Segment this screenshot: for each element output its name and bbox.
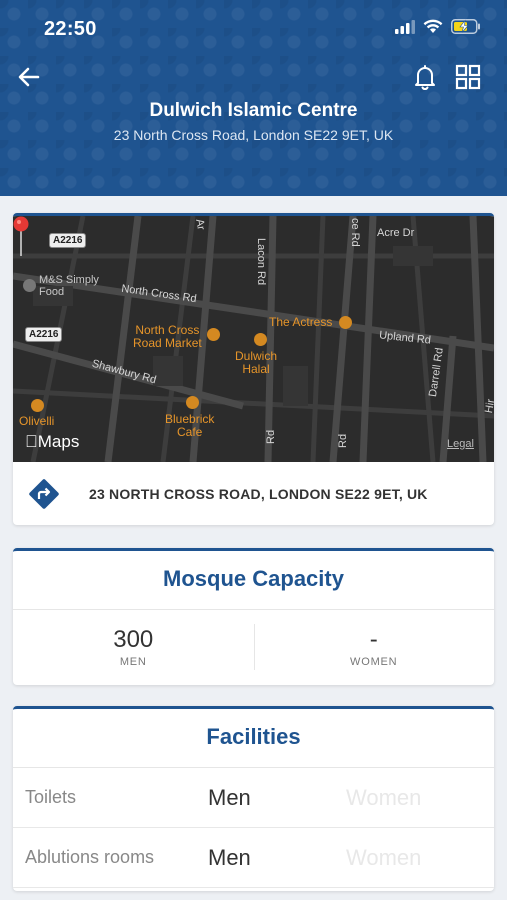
capacity-women-value: - — [369, 626, 378, 653]
poi-ms-simply-food: M&S Simply Food — [39, 274, 99, 298]
poi-north-cross-market: North Cross Road Market — [133, 323, 202, 350]
apple-logo-icon:  — [25, 432, 38, 451]
poi-bluebrick-cafe: Bluebrick Cafe — [165, 412, 215, 439]
map-view[interactable]: A2216 A2216 North Cross Rd Upland Rd Sha… — [13, 216, 494, 462]
map-legal-link[interactable]: Legal — [447, 438, 474, 450]
road-label-lacon: Lacon Rd — [255, 238, 267, 286]
apple-maps-logo: Maps — [25, 432, 79, 451]
road-label-ce-rd: ce Rd — [349, 218, 361, 247]
directions-row[interactable]: 23 NORTH CROSS ROAD, LONDON SE22 9ET, UK — [13, 462, 494, 525]
capacity-men-value: 300 — [113, 626, 154, 653]
status-icons — [395, 19, 481, 34]
mosque-header: 22:50 Dulwich Islamic Centre 23 North Cr… — [0, 0, 507, 202]
road-label-rd2: Rd — [337, 433, 349, 448]
capacity-title: Mosque Capacity — [13, 551, 494, 610]
back-arrow-icon[interactable] — [14, 62, 44, 92]
poi-dulwich-halal: Dulwich Halal — [235, 349, 278, 376]
header-scallop-edge — [0, 190, 507, 202]
road-label-acre: Acre Dr — [377, 227, 415, 239]
bar-marker-icon — [339, 316, 352, 329]
status-time: 22:50 — [44, 18, 97, 40]
poi-the-actress: The Actress — [269, 315, 333, 329]
location-pin-icon — [13, 216, 29, 256]
road-label-hir: Hir — [483, 398, 494, 415]
grid-menu-icon[interactable] — [454, 63, 482, 91]
facility-men: Men — [208, 844, 251, 870]
market-marker-icon — [207, 328, 220, 341]
facility-women: Women — [346, 844, 422, 870]
capacity-men-label: MEN — [119, 656, 147, 668]
road-label-rd1: Rd — [265, 429, 277, 444]
facility-row: Toilets Men Women — [13, 768, 494, 828]
notification-bell-icon[interactable] — [410, 62, 440, 92]
road-label-ar: Ar — [193, 218, 207, 231]
halal-marker-icon — [254, 333, 267, 346]
capacity-men: 300 MEN — [13, 610, 254, 682]
mosque-name: Dulwich Islamic Centre — [149, 100, 358, 121]
capacity-row: 300 MEN - WOMEN — [13, 610, 494, 682]
battery-charging-icon — [451, 19, 480, 34]
poi-olivelli: Olivelli — [19, 414, 55, 428]
mosque-address: 23 North Cross Road, London SE22 9ET, UK — [113, 127, 394, 143]
facility-men: Men — [208, 784, 251, 810]
capacity-women: - WOMEN — [253, 610, 495, 682]
road-shield-a2216-left: A2216 — [25, 327, 63, 342]
restaurant-marker-icon — [31, 399, 44, 412]
capacity-card: Mosque Capacity 300 MEN - WOMEN — [13, 548, 494, 685]
signal-icon — [395, 19, 415, 34]
facility-name: Toilets — [25, 787, 77, 807]
ms-marker-icon — [23, 279, 36, 292]
wifi-icon — [423, 19, 443, 33]
facility-row: Ablutions rooms Men Women — [13, 828, 494, 888]
road-shield-a2216-top: A2216 — [49, 233, 87, 248]
cafe-marker-icon — [186, 396, 199, 409]
capacity-women-label: WOMEN — [350, 656, 398, 668]
facilities-title: Facilities — [13, 709, 494, 768]
facility-name: Ablutions rooms — [25, 847, 155, 867]
directions-icon[interactable] — [27, 477, 61, 511]
address-text: 23 NORTH CROSS ROAD, LONDON SE22 9ET, UK — [89, 485, 428, 502]
location-card: A2216 A2216 North Cross Rd Upland Rd Sha… — [13, 213, 494, 525]
facilities-card: Facilities Toilets Men Women Ablutions r… — [13, 706, 494, 891]
facility-women: Women — [346, 784, 422, 810]
